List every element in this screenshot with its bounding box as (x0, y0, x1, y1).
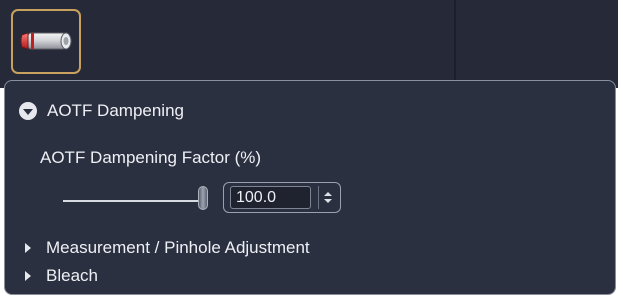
dampening-slider-track[interactable] (63, 200, 205, 202)
section-bleach[interactable]: Bleach (25, 266, 98, 286)
section-label: Measurement / Pinhole Adjustment (46, 238, 310, 257)
collapse-chevron-icon[interactable] (19, 102, 37, 120)
toolbar-divider (454, 0, 456, 84)
dampening-factor-input[interactable] (230, 186, 311, 209)
section-label: Bleach (46, 266, 98, 285)
laser-tool-button[interactable] (11, 9, 81, 74)
aotf-panel: AOTF Dampening AOTF Dampening Factor (%)… (4, 80, 616, 295)
aotf-dampening-header[interactable]: AOTF Dampening (19, 101, 184, 121)
spin-down-icon[interactable] (324, 199, 332, 203)
section-measurement-pinhole[interactable]: Measurement / Pinhole Adjustment (25, 238, 310, 258)
dampening-factor-spinbox[interactable] (223, 182, 341, 213)
section-title: AOTF Dampening (47, 101, 184, 120)
spin-up-icon[interactable] (324, 192, 332, 196)
app-window: AOTF Dampening AOTF Dampening Factor (%)… (0, 0, 623, 307)
toolbar-area (0, 0, 618, 88)
spin-arrows[interactable] (318, 186, 337, 209)
expand-triangle-icon (25, 243, 31, 253)
laser-attenuator-icon (20, 32, 72, 50)
expand-triangle-icon (25, 271, 31, 281)
dampening-slider-thumb[interactable] (198, 186, 208, 210)
factor-label: AOTF Dampening Factor (%) (40, 148, 262, 167)
